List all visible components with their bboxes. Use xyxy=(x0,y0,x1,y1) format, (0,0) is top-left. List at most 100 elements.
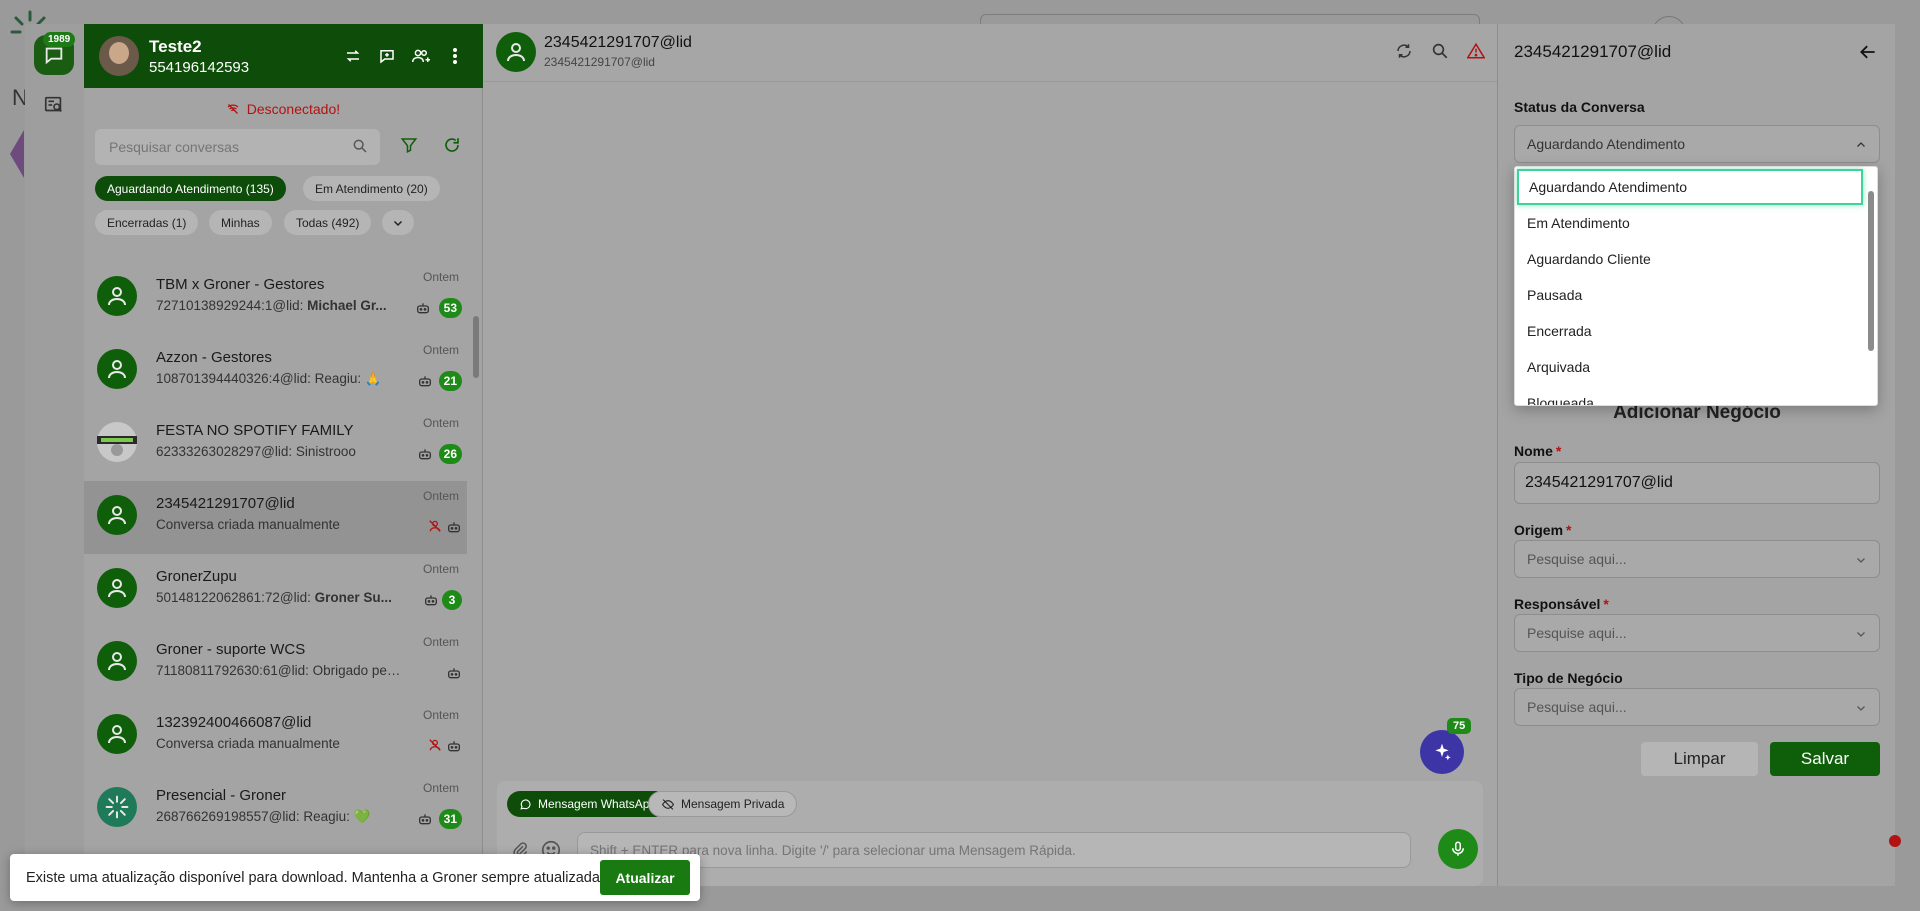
warning-icon[interactable] xyxy=(1467,42,1485,60)
conversation-item-selected[interactable]: 2345421291707@lid Conversa criada manual… xyxy=(84,481,467,554)
conversation-preview: Conversa criada manualmente xyxy=(156,517,340,532)
filter-icon[interactable] xyxy=(400,136,420,156)
unread-badge: 21 xyxy=(438,371,462,391)
tab-whatsapp-message[interactable]: Mensagem WhatsApp xyxy=(507,791,669,817)
conversation-item[interactable]: Groner - suporte WCS 71180811792630:61@l… xyxy=(84,627,467,700)
tab-private-label: Mensagem Privada xyxy=(681,797,785,811)
status-option-paused[interactable]: Pausada xyxy=(1515,277,1865,313)
update-button[interactable]: Atualizar xyxy=(600,860,690,895)
conversation-item[interactable]: Presencial - Groner 268766269198557@lid:… xyxy=(84,773,467,846)
conversation-time: Ontem xyxy=(422,635,459,649)
conversation-item[interactable]: FESTA NO SPOTIFY FAMILY 62333263028297@l… xyxy=(84,408,467,481)
notification-dot xyxy=(1889,835,1901,847)
name-label: Nome * xyxy=(1514,443,1562,459)
origin-label: Origem * xyxy=(1514,522,1572,538)
bot-icon xyxy=(446,738,462,754)
status-option-closed[interactable]: Encerrada xyxy=(1515,313,1865,349)
whatsapp-icon xyxy=(520,798,531,810)
status-dropdown-menu: Aguardando Atendimento Em Atendimento Ag… xyxy=(1514,166,1878,406)
dropdown-scrollbar[interactable] xyxy=(1867,171,1875,403)
chevron-down-icon xyxy=(1857,558,1865,563)
conversation-item[interactable]: Azzon - Gestores 108701394440326:4@lid: … xyxy=(84,335,467,408)
conversation-item[interactable]: TBM x Groner - Gestores 72710138929244:1… xyxy=(84,262,467,335)
eye-off-icon xyxy=(661,798,675,810)
person-avatar-icon xyxy=(97,714,137,754)
origin-select[interactable]: Pesquise aqui... xyxy=(1514,540,1880,578)
filter-chip-in-service[interactable]: Em Atendimento (20) xyxy=(303,176,440,201)
person-avatar-icon xyxy=(97,349,137,389)
no-bot-icon xyxy=(428,519,442,533)
status-option-archived[interactable]: Arquivada xyxy=(1515,349,1865,385)
contact-details-panel: 2345421291707@lid Status da Conversa Agu… xyxy=(1497,24,1895,886)
deal-name-field[interactable]: 2345421291707@lid xyxy=(1514,462,1880,504)
connection-status: Desconectado! xyxy=(84,101,483,117)
contact-avatar-icon[interactable] xyxy=(496,32,536,72)
chevron-down-icon xyxy=(1857,632,1865,637)
more-options-icon[interactable] xyxy=(445,46,465,66)
account-avatar[interactable] xyxy=(99,36,139,76)
conversation-preview: 108701394440326:4@lid: Reagiu: 🙏 xyxy=(156,371,382,386)
chevron-up-icon xyxy=(1857,142,1865,147)
conversation-item[interactable]: GronerZupu 50148122062861:72@lid: Groner… xyxy=(84,554,467,627)
conversation-name: TBM x Groner - Gestores xyxy=(156,276,325,293)
chat-contact-name: 2345421291707@lid xyxy=(544,34,692,51)
bot-icon xyxy=(423,592,439,608)
message-input[interactable] xyxy=(577,832,1411,868)
more-filters-button[interactable] xyxy=(382,210,414,235)
group-photo-avatar xyxy=(97,422,137,462)
search-messages-icon[interactable] xyxy=(1431,42,1449,60)
conversation-time: Ontem xyxy=(422,781,459,795)
sync-icon[interactable] xyxy=(1395,42,1413,60)
status-option-blocked[interactable]: Bloqueada xyxy=(1515,385,1865,405)
conversation-time: Ontem xyxy=(422,489,459,503)
panel-title: 2345421291707@lid xyxy=(1514,42,1672,61)
status-select[interactable]: Aguardando Atendimento xyxy=(1514,125,1880,163)
responsible-select[interactable]: Pesquise aqui... xyxy=(1514,614,1880,652)
refresh-icon[interactable] xyxy=(443,136,463,156)
filter-chip-closed[interactable]: Encerradas (1) xyxy=(95,210,199,235)
responsible-placeholder: Pesquise aqui... xyxy=(1527,625,1627,641)
icon-rail: 1989 xyxy=(25,24,85,886)
account-name: Teste2 xyxy=(149,36,202,56)
conversation-item[interactable]: 132392400466087@lid Conversa criada manu… xyxy=(84,700,467,773)
record-audio-button[interactable] xyxy=(1438,829,1478,869)
filter-chip-waiting[interactable]: Aguardando Atendimento (135) xyxy=(95,176,286,201)
filter-chip-mine[interactable]: Minhas xyxy=(209,210,272,235)
status-option-in-service[interactable]: Em Atendimento xyxy=(1515,205,1865,241)
search-input[interactable] xyxy=(95,129,380,165)
status-option-waiting[interactable]: Aguardando Atendimento xyxy=(1517,169,1863,205)
ai-assistant-button[interactable] xyxy=(1420,730,1464,774)
back-arrow-icon[interactable] xyxy=(1858,42,1878,62)
tab-private-message[interactable]: Mensagem Privada xyxy=(648,791,798,817)
conversation-time: Ontem xyxy=(422,416,459,430)
transfer-icon[interactable] xyxy=(343,46,363,66)
status-label: Status da Conversa xyxy=(1514,99,1645,115)
conversation-name: 132392400466087@lid xyxy=(156,714,312,731)
new-chat-icon[interactable] xyxy=(377,46,397,66)
unread-badge: 3 xyxy=(442,590,462,610)
person-avatar-icon xyxy=(97,568,137,608)
connection-status-text: Desconectado! xyxy=(246,101,341,117)
unread-badge: 53 xyxy=(438,298,462,318)
search-icon xyxy=(352,138,370,156)
person-avatar-icon xyxy=(97,641,137,681)
save-button[interactable]: Salvar xyxy=(1770,742,1880,776)
deal-type-label: Tipo de Negócio xyxy=(1514,670,1623,686)
search-list-icon[interactable] xyxy=(43,94,67,118)
conversation-name: GronerZupu xyxy=(156,568,237,585)
conversation-name: FESTA NO SPOTIFY FAMILY xyxy=(156,422,354,439)
clear-button[interactable]: Limpar xyxy=(1641,742,1758,776)
person-avatar-icon xyxy=(97,276,137,316)
chevron-down-icon xyxy=(1857,706,1865,711)
filter-chip-all[interactable]: Todas (492) xyxy=(284,210,372,235)
no-bot-icon xyxy=(428,738,442,752)
conversation-list-scrollbar[interactable] xyxy=(472,252,480,886)
conversation-time: Ontem xyxy=(422,270,459,284)
unread-badge: 26 xyxy=(438,444,462,464)
chat-contact-id: 2345421291707@lid xyxy=(544,55,655,69)
status-option-waiting-client[interactable]: Aguardando Cliente xyxy=(1515,241,1865,277)
conversation-preview: 62333263028297@lid: Sinistrooo xyxy=(156,444,356,459)
deal-type-select[interactable]: Pesquise aqui... xyxy=(1514,688,1880,726)
add-group-icon[interactable] xyxy=(411,46,431,66)
chat-count-badge: 1989 xyxy=(43,32,76,47)
